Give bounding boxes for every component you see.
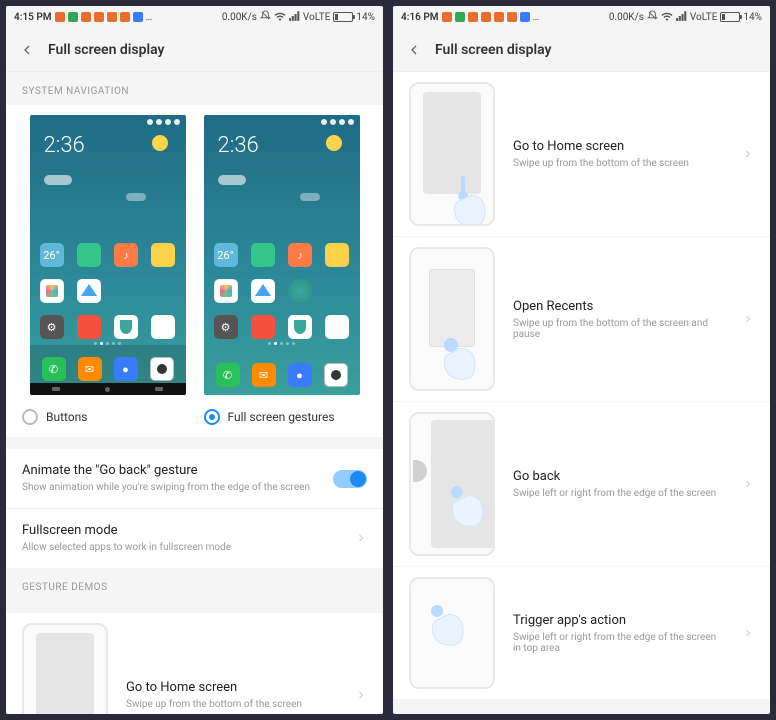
back-button[interactable] bbox=[405, 41, 423, 59]
wifi-icon bbox=[274, 11, 286, 24]
battery-icon bbox=[333, 12, 353, 22]
navigation-previews: 2:36 26°♪ ⚙⊞ ✆✉● 2:36 26°♪ ⚙⊞ bbox=[6, 105, 383, 437]
status-app-icon bbox=[94, 12, 104, 22]
demo-subtitle: Swipe up from the bottom of the screen bbox=[513, 158, 724, 169]
app-header: Full screen display bbox=[393, 28, 770, 72]
row-subtitle: Show animation while you're swiping from… bbox=[22, 481, 321, 494]
section-label-demos: GESTURE DEMOS bbox=[6, 568, 383, 601]
status-more: … bbox=[146, 12, 153, 23]
back-button[interactable] bbox=[18, 41, 36, 59]
status-app-icon bbox=[55, 12, 65, 22]
header-title: Full screen display bbox=[435, 42, 551, 58]
status-app-icon bbox=[120, 12, 130, 22]
status-app-icon bbox=[507, 12, 517, 22]
hand-swipe-top-icon bbox=[425, 599, 469, 659]
demo-thumb-icon bbox=[409, 577, 495, 689]
status-battery-pct: 14% bbox=[743, 12, 762, 23]
status-app-icon bbox=[468, 12, 478, 22]
status-battery-pct: 14% bbox=[356, 12, 375, 23]
signal-icon bbox=[676, 11, 687, 24]
demo-title: Trigger app's action bbox=[513, 613, 724, 628]
demo-subtitle: Swipe up from the bottom of the screen bbox=[126, 699, 337, 710]
status-network: VoLTE bbox=[690, 12, 718, 23]
status-network: VoLTE bbox=[303, 12, 331, 23]
app-header: Full screen display bbox=[6, 28, 383, 72]
status-time: 4:15 PM bbox=[14, 12, 52, 23]
signal-icon bbox=[289, 11, 300, 24]
chevron-right-icon bbox=[742, 624, 754, 643]
chevron-right-icon bbox=[742, 310, 754, 329]
status-app-icon bbox=[442, 12, 452, 22]
preview-clock: 2:36 bbox=[218, 133, 259, 158]
battery-icon bbox=[720, 12, 740, 22]
demo-title: Go to Home screen bbox=[126, 680, 337, 695]
demo-go-home[interactable]: Go to Home screen Swipe up from the bott… bbox=[6, 613, 383, 714]
chevron-right-icon bbox=[355, 686, 367, 705]
demo-title: Open Recents bbox=[513, 299, 724, 314]
row-fullscreen-mode[interactable]: Fullscreen mode Allow selected apps to w… bbox=[6, 509, 383, 568]
chevron-right-icon bbox=[355, 529, 367, 548]
hand-swipe-up-icon bbox=[443, 168, 487, 226]
radio-icon bbox=[204, 409, 220, 425]
header-title: Full screen display bbox=[48, 42, 164, 58]
demo-trigger-action[interactable]: Trigger app's action Swipe left or right… bbox=[393, 567, 770, 699]
status-app-icon bbox=[68, 12, 78, 22]
toggle-switch[interactable] bbox=[333, 470, 367, 488]
demo-thumb-icon bbox=[409, 247, 495, 391]
demo-subtitle: Swipe left or right from the edge of the… bbox=[513, 632, 724, 654]
chevron-right-icon bbox=[742, 145, 754, 164]
row-title: Animate the "Go back" gesture bbox=[22, 463, 321, 478]
radio-buttons[interactable]: Buttons bbox=[22, 409, 186, 425]
radio-icon bbox=[22, 409, 38, 425]
status-bar: 4:16 PM … 0.00K/s VoLTE 14% bbox=[393, 6, 770, 28]
bell-off-icon bbox=[647, 10, 658, 24]
radio-label: Full screen gestures bbox=[228, 410, 335, 424]
bell-off-icon bbox=[260, 10, 271, 24]
hand-swipe-side-icon bbox=[445, 476, 489, 536]
chevron-right-icon bbox=[742, 475, 754, 494]
wifi-icon bbox=[661, 11, 673, 24]
demo-thumb-icon bbox=[409, 412, 495, 556]
demo-subtitle: Swipe left or right from the edge of the… bbox=[513, 488, 724, 499]
status-time: 4:16 PM bbox=[401, 12, 439, 23]
row-title: Fullscreen mode bbox=[22, 523, 343, 538]
status-app-icon bbox=[481, 12, 491, 22]
status-app-icon bbox=[455, 12, 465, 22]
demo-subtitle: Swipe up from the bottom of the screen a… bbox=[513, 318, 724, 340]
preview-buttons[interactable]: 2:36 26°♪ ⚙⊞ ✆✉● bbox=[30, 115, 186, 395]
status-more: … bbox=[533, 12, 540, 23]
preview-gestures[interactable]: 2:36 26°♪ ⚙⊞ ✆✉● bbox=[204, 115, 360, 395]
gesture-demos-list: Go to Home screen Swipe up from the bott… bbox=[393, 72, 770, 699]
hand-swipe-up-pause-icon bbox=[435, 327, 479, 387]
status-bar: 4:15 PM … 0.00K/s VoLTE 14% bbox=[6, 6, 383, 28]
section-label-navigation: SYSTEM NAVIGATION bbox=[6, 72, 383, 105]
demo-title: Go to Home screen bbox=[513, 139, 724, 154]
status-data-rate: 0.00K/s bbox=[609, 12, 644, 23]
demo-go-back[interactable]: Go back Swipe left or right from the edg… bbox=[393, 402, 770, 567]
demo-go-home[interactable]: Go to Home screen Swipe up from the bott… bbox=[393, 72, 770, 237]
demo-thumb-icon bbox=[409, 82, 495, 226]
phone-right: 4:16 PM … 0.00K/s VoLTE 14% bbox=[393, 6, 770, 714]
hand-swipe-up-icon bbox=[56, 709, 100, 714]
status-app-icon bbox=[520, 12, 530, 22]
status-data-rate: 0.00K/s bbox=[222, 12, 257, 23]
preview-clock: 2:36 bbox=[44, 133, 85, 158]
phone-left: 4:15 PM … 0.00K/s VoLTE 14% bbox=[6, 6, 383, 714]
radio-label: Buttons bbox=[46, 410, 88, 424]
demo-open-recents[interactable]: Open Recents Swipe up from the bottom of… bbox=[393, 237, 770, 402]
status-app-icon bbox=[494, 12, 504, 22]
demo-title: Go back bbox=[513, 469, 724, 484]
status-app-icon bbox=[81, 12, 91, 22]
radio-gestures[interactable]: Full screen gestures bbox=[204, 409, 368, 425]
row-animate-go-back[interactable]: Animate the "Go back" gesture Show anima… bbox=[6, 449, 383, 509]
status-app-icon bbox=[133, 12, 143, 22]
row-subtitle: Allow selected apps to work in fullscree… bbox=[22, 541, 343, 554]
settings-list: Animate the "Go back" gesture Show anima… bbox=[6, 449, 383, 568]
status-app-icon bbox=[107, 12, 117, 22]
gesture-demos-list: Go to Home screen Swipe up from the bott… bbox=[6, 613, 383, 714]
demo-thumb-icon bbox=[22, 623, 108, 714]
